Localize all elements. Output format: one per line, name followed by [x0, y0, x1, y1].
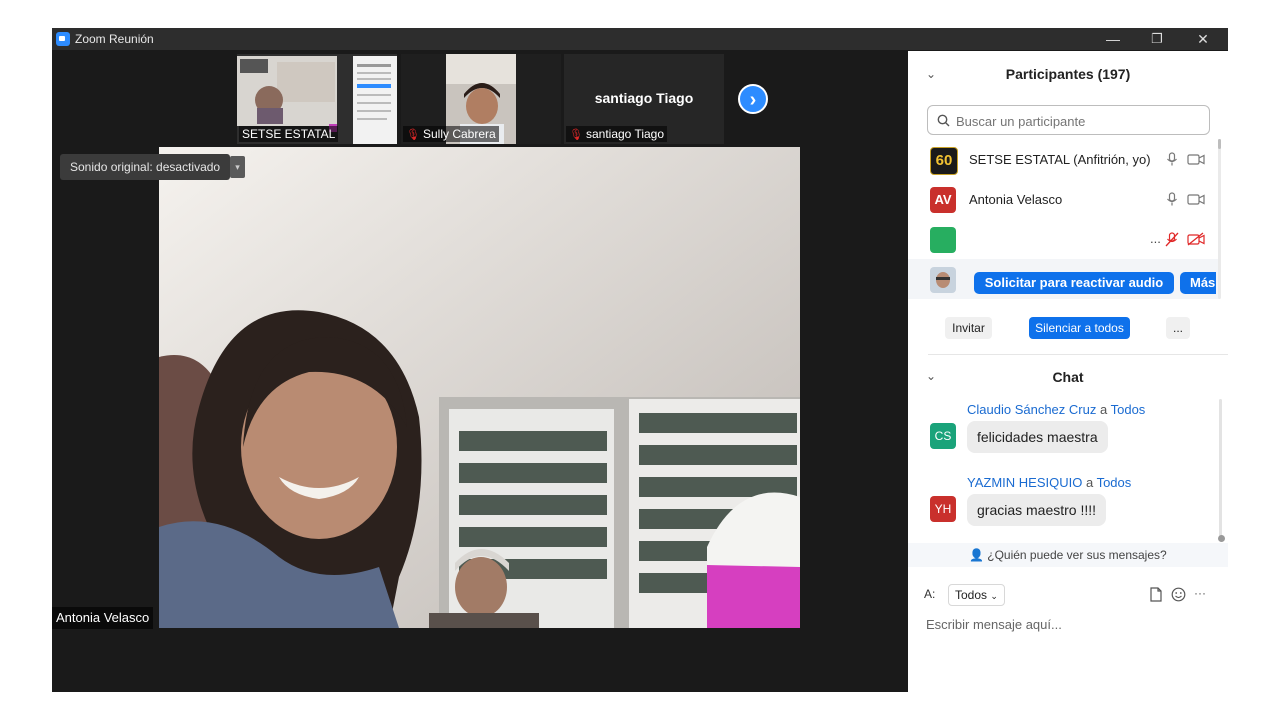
- name-ellipsis: ...: [1150, 231, 1161, 246]
- file-icon[interactable]: [1150, 587, 1162, 602]
- participant-name: SETSE ESTATAL (Anfitrión, yo): [969, 152, 1151, 167]
- participant-row[interactable]: 60 SETSE ESTATAL (Anfitrión, yo): [908, 139, 1220, 179]
- chat-message: gracias maestro !!!!: [967, 494, 1107, 526]
- more-actions-button[interactable]: Más: [1180, 272, 1216, 294]
- avatar: [930, 227, 956, 253]
- chat-header: Chat: [1052, 369, 1084, 385]
- scrollbar-thumb[interactable]: [1218, 535, 1225, 542]
- side-panel: ⌄ Participantes (197) 60 SETSE ESTATAL (…: [908, 51, 1228, 692]
- thumbnail-name: 🎙 Sully Cabrera: [403, 126, 499, 142]
- close-button[interactable]: ✕: [1180, 28, 1226, 50]
- avatar: 60: [930, 147, 958, 175]
- chat-sender-line: YAZMIN HESIQUIO a Todos: [967, 475, 1132, 490]
- original-sound-toggle[interactable]: Sonido original: desactivado: [60, 154, 231, 180]
- mute-all-button[interactable]: Silenciar a todos: [1029, 317, 1130, 339]
- thumbnail-name: SETSE ESTATAL: [239, 126, 339, 142]
- video-area: SETSE ESTATAL 🎙 Sully Cabrera santiago Ti…: [52, 50, 908, 692]
- speaker-video-frame: [159, 147, 800, 628]
- thumbnail-santiago-tiago[interactable]: santiago Tiago 🎙 santiago Tiago: [564, 54, 724, 144]
- thumbnail-title: santiago Tiago: [594, 90, 694, 106]
- minimize-button[interactable]: —: [1090, 28, 1136, 50]
- chevron-down-icon: ⌄: [990, 591, 998, 601]
- chat-scrollbar[interactable]: [1218, 399, 1225, 542]
- camera-icon[interactable]: [1187, 154, 1205, 165]
- search-input[interactable]: [954, 111, 1206, 131]
- more-icon[interactable]: ···: [1194, 586, 1206, 600]
- avatar: [930, 267, 956, 293]
- search-icon: [937, 114, 950, 127]
- camera-icon[interactable]: [1187, 194, 1205, 205]
- person-lock-icon: 👤: [969, 548, 985, 562]
- emoji-icon[interactable]: [1171, 587, 1186, 602]
- main-speaker-video: [159, 147, 800, 628]
- camera-off-icon[interactable]: [1187, 232, 1205, 246]
- divider: [928, 354, 1228, 355]
- zoom-app-icon: [56, 32, 70, 46]
- invite-button[interactable]: Invitar: [945, 317, 992, 339]
- request-unmute-button[interactable]: Solicitar para reactivar audio: [974, 272, 1174, 294]
- title-bar: Zoom Reunión — ❐ ✕: [52, 28, 1228, 50]
- thumbnail-setse-estatal[interactable]: SETSE ESTATAL: [237, 54, 397, 144]
- avatar: AV: [930, 187, 956, 213]
- mic-icon[interactable]: [1166, 152, 1178, 166]
- window-title: Zoom Reunión: [75, 32, 154, 46]
- mic-muted-icon: 🎙: [406, 129, 420, 141]
- speaker-name-label: Antonia Velasco: [52, 607, 154, 629]
- chevron-down-icon[interactable]: ▾: [230, 156, 245, 178]
- participant-row[interactable]: ...: [908, 219, 1220, 259]
- participants-scrollbar[interactable]: [1218, 139, 1221, 299]
- mic-muted-icon: 🎙: [569, 129, 583, 141]
- message-input[interactable]: [924, 613, 1218, 635]
- chat-message: felicidades maestra: [967, 421, 1108, 453]
- more-options-button[interactable]: ...: [1166, 317, 1190, 339]
- next-thumbnails-button[interactable]: ›: [738, 84, 768, 114]
- scrollbar-thumb[interactable]: [1218, 139, 1221, 149]
- avatar: YH: [930, 496, 956, 522]
- who-can-see-messages[interactable]: 👤 ¿Quién puede ver sus mensajes?: [908, 543, 1228, 567]
- avatar: CS: [930, 423, 956, 449]
- chat-sender-line: Claudio Sánchez Cruz a Todos: [967, 402, 1146, 417]
- recipient-dropdown[interactable]: Todos ⌄: [948, 584, 1005, 606]
- to-label: A:: [924, 587, 936, 601]
- thumbnail-sully-cabrera[interactable]: 🎙 Sully Cabrera: [401, 54, 561, 144]
- participant-search[interactable]: [927, 105, 1210, 135]
- participants-header: Participantes (197): [1005, 66, 1131, 82]
- mic-icon[interactable]: [1166, 192, 1178, 206]
- mic-muted-icon[interactable]: [1164, 232, 1180, 247]
- thumbnail-name: 🎙 santiago Tiago: [566, 126, 668, 142]
- restore-button[interactable]: ❐: [1134, 28, 1180, 50]
- participant-row[interactable]: AV Antonia Velasco: [908, 179, 1220, 219]
- participant-name: Antonia Velasco: [969, 192, 1063, 207]
